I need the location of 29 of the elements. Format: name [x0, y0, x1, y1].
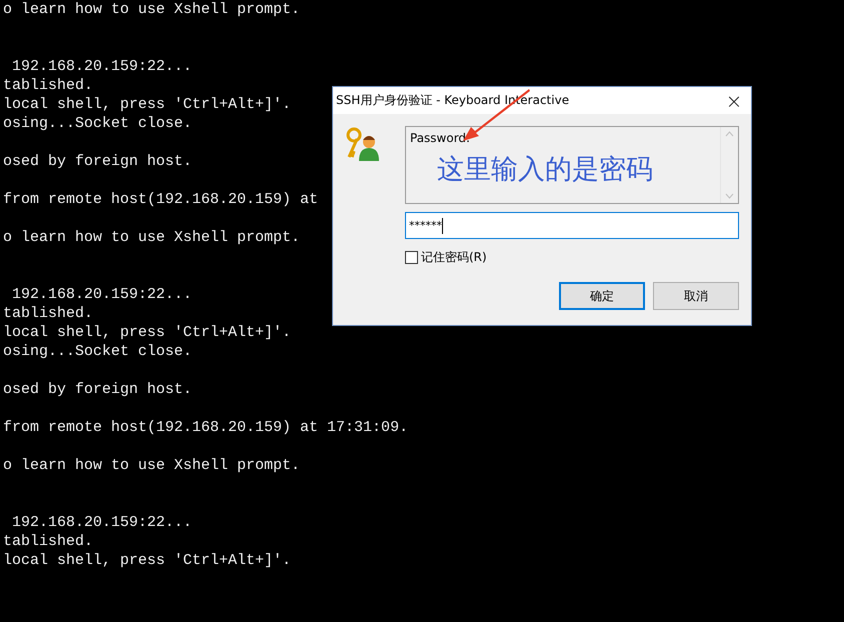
terminal-line: local shell, press 'Ctrl+Alt+]'. [3, 323, 292, 342]
terminal-line: osing...Socket close. [3, 342, 192, 361]
scroll-down-icon [725, 193, 734, 199]
terminal-line: tablished. [3, 76, 94, 95]
terminal-line: osed by foreign host. [3, 152, 192, 171]
terminal-line: 192.168.20.159:22... [11, 57, 192, 76]
ok-button[interactable]: 确定 [559, 282, 645, 310]
remember-label[interactable]: 记住密码(R) [421, 249, 487, 266]
cancel-button[interactable]: 取消 [653, 282, 739, 310]
remember-checkbox[interactable] [405, 251, 418, 264]
terminal-line: 192.168.20.159:22... [11, 513, 192, 532]
terminal-line: o learn how to use Xshell prompt. [3, 456, 300, 475]
password-field[interactable]: ****** [405, 212, 739, 239]
terminal-line: 192.168.20.159:22... [11, 285, 192, 304]
terminal-line: osed by foreign host. [3, 380, 192, 399]
terminal-line: local shell, press 'Ctrl+Alt+]'. [3, 95, 292, 114]
terminal-line: from remote host(192.168.20.159) at 17:31:09. [3, 418, 408, 437]
close-button[interactable]: × [717, 87, 751, 114]
terminal-line: osing...Socket close. [3, 114, 192, 133]
terminal-line: from remote host(192.168.20.159) at [3, 190, 318, 209]
scroll-up-icon [725, 131, 734, 137]
terminal-line: tablished. [3, 304, 94, 323]
prompt-label: Password: [410, 131, 472, 145]
terminal-line: tablished. [3, 532, 94, 551]
terminal-line: local shell, press 'Ctrl+Alt+]'. [3, 551, 292, 570]
key-user-icon [345, 126, 381, 162]
annotation-text: 这里输入的是密码 [436, 153, 654, 187]
terminal-line: o learn how to use Xshell prompt. [3, 0, 300, 19]
terminal-line: o learn how to use Xshell prompt. [3, 228, 300, 247]
